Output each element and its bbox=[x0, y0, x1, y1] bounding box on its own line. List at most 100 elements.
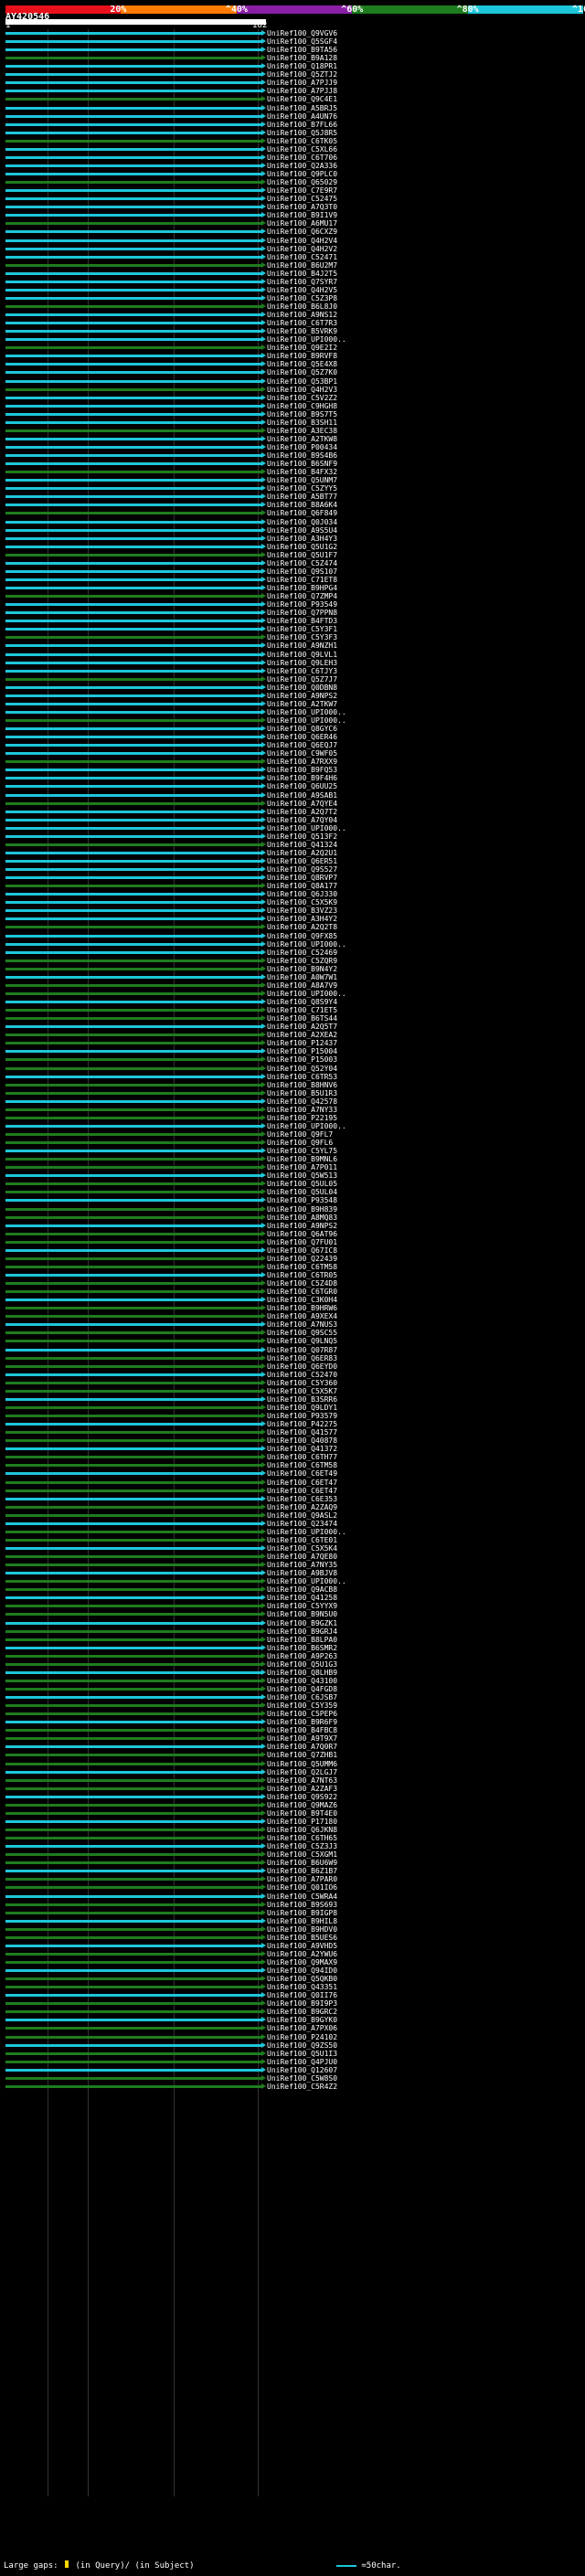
hit-row[interactable]: UniRef100_B9GRC2 bbox=[0, 2008, 585, 2016]
hit-label[interactable]: UniRef100_A9VHD5 bbox=[267, 1942, 337, 1950]
hit-row[interactable]: UniRef100_Q2A336 bbox=[0, 162, 585, 170]
hit-row[interactable]: UniRef100_B4FTD3 bbox=[0, 617, 585, 625]
hit-row[interactable]: UniRef100_Q41372 bbox=[0, 1445, 585, 1453]
hit-alignment-bar[interactable] bbox=[5, 1546, 261, 1550]
hit-row[interactable]: UniRef100_B6SMR2 bbox=[0, 1644, 585, 1652]
hit-row[interactable]: UniRef100_A9T9X7 bbox=[0, 1734, 585, 1743]
hit-row[interactable]: UniRef100_C6TK05 bbox=[0, 137, 585, 145]
hit-label[interactable]: UniRef100_A7PJJ9 bbox=[267, 79, 337, 87]
hit-row[interactable]: UniRef100_A7PAR0 bbox=[0, 1875, 585, 1883]
hit-label[interactable]: UniRef100_B9I9P3 bbox=[267, 1999, 337, 2008]
hit-alignment-bar[interactable] bbox=[5, 801, 261, 805]
hit-label[interactable]: UniRef100_Q8RVP7 bbox=[267, 874, 337, 882]
hit-label[interactable]: UniRef100_B9S693 bbox=[267, 1901, 337, 1909]
hit-row[interactable]: UniRef100_Q513F2 bbox=[0, 832, 585, 841]
hit-label[interactable]: UniRef100_B9N4Y2 bbox=[267, 965, 337, 973]
hit-row[interactable]: UniRef100_C5PEP6 bbox=[0, 1710, 585, 1718]
hit-label[interactable]: UniRef100_A9XEX4 bbox=[267, 1312, 337, 1320]
hit-row[interactable]: UniRef100_B9H839 bbox=[0, 1205, 585, 1214]
hit-label[interactable]: UniRef100_Q9FL7 bbox=[267, 1130, 333, 1139]
hit-label[interactable]: UniRef100_Q53BP1 bbox=[267, 377, 337, 386]
hit-row[interactable]: UniRef100_C6TE01 bbox=[0, 1536, 585, 1544]
hit-row[interactable]: UniRef100_C6TR05 bbox=[0, 1271, 585, 1279]
hit-label[interactable]: UniRef100_C6TGR0 bbox=[267, 1288, 337, 1296]
hit-row[interactable]: UniRef100_C9WF05 bbox=[0, 749, 585, 758]
hit-label[interactable]: UniRef100_Q9FX85 bbox=[267, 932, 337, 940]
hit-label[interactable]: UniRef100_P42275 bbox=[267, 1420, 337, 1428]
hit-label[interactable]: UniRef100_C5R4Z2 bbox=[267, 2083, 337, 2091]
hit-alignment-bar[interactable] bbox=[5, 271, 261, 275]
hit-label[interactable]: UniRef100_C5X5K4 bbox=[267, 1544, 337, 1553]
hit-row[interactable]: UniRef100_P12437 bbox=[0, 1039, 585, 1047]
hit-label[interactable]: UniRef100_B6U6W9 bbox=[267, 1859, 337, 1867]
hit-row[interactable]: UniRef100_Q6UU25 bbox=[0, 782, 585, 790]
hit-alignment-bar[interactable] bbox=[5, 1050, 261, 1054]
hit-row[interactable]: UniRef100_B9RVF8 bbox=[0, 352, 585, 360]
hit-label[interactable]: UniRef100_C5Y360 bbox=[267, 1379, 337, 1387]
hit-alignment-bar[interactable] bbox=[5, 934, 261, 938]
hit-label[interactable]: UniRef100_Q40878 bbox=[267, 1436, 337, 1445]
hit-label[interactable]: UniRef100_A7P011 bbox=[267, 1163, 337, 1171]
hit-alignment-bar[interactable] bbox=[5, 727, 261, 731]
hit-alignment-bar[interactable] bbox=[5, 628, 261, 631]
hit-label[interactable]: UniRef100_Q8A177 bbox=[267, 882, 337, 890]
hit-row[interactable]: UniRef100_P17180 bbox=[0, 1818, 585, 1826]
hit-row[interactable]: UniRef100_C52470 bbox=[0, 1371, 585, 1379]
hit-alignment-bar[interactable] bbox=[5, 603, 261, 607]
hit-alignment-bar[interactable] bbox=[5, 1845, 261, 1849]
hit-alignment-bar[interactable] bbox=[5, 1580, 261, 1584]
hit-label[interactable]: UniRef100_A7PX06 bbox=[267, 2024, 337, 2032]
hit-row[interactable]: UniRef100_Q6EQJ7 bbox=[0, 741, 585, 749]
hit-label[interactable]: UniRef100_C6TM58 bbox=[267, 1461, 337, 1469]
hit-alignment-bar[interactable] bbox=[5, 843, 261, 846]
hit-row[interactable]: UniRef100_C3K0H4 bbox=[0, 1296, 585, 1304]
hit-alignment-bar[interactable] bbox=[5, 885, 261, 888]
hit-alignment-bar[interactable] bbox=[5, 536, 261, 540]
hit-row[interactable]: UniRef100_B9GZK1 bbox=[0, 1619, 585, 1627]
hit-label[interactable]: UniRef100_B5UES6 bbox=[267, 1934, 337, 1942]
hit-row[interactable]: UniRef100_A7Q3T0 bbox=[0, 203, 585, 211]
hit-label[interactable]: UniRef100_A8MQ83 bbox=[267, 1214, 337, 1222]
hit-alignment-bar[interactable] bbox=[5, 1439, 261, 1443]
hit-alignment-bar[interactable] bbox=[5, 1099, 261, 1103]
hit-alignment-bar[interactable] bbox=[5, 1340, 261, 1343]
hit-alignment-bar[interactable] bbox=[5, 147, 261, 151]
hit-row[interactable]: UniRef100_Q4H2V3 bbox=[0, 386, 585, 394]
hit-alignment-bar[interactable] bbox=[5, 569, 261, 573]
hit-label[interactable]: UniRef100_Q4H2V4 bbox=[267, 237, 337, 245]
hit-label[interactable]: UniRef100_P00434 bbox=[267, 443, 337, 451]
hit-row[interactable]: UniRef100_B4FBC8 bbox=[0, 1726, 585, 1734]
hit-alignment-bar[interactable] bbox=[5, 1819, 261, 1823]
hit-alignment-bar[interactable] bbox=[5, 1911, 261, 1914]
hit-row[interactable]: UniRef100_B3VZ23 bbox=[0, 906, 585, 915]
hit-alignment-bar[interactable] bbox=[5, 1952, 261, 1956]
hit-label[interactable]: UniRef100_Q9S107 bbox=[267, 567, 337, 576]
hit-alignment-bar[interactable] bbox=[5, 1538, 261, 1542]
hit-label[interactable]: UniRef100_B5U1R3 bbox=[267, 1089, 337, 1097]
hit-row[interactable]: UniRef100_A0W7W1 bbox=[0, 973, 585, 981]
hit-alignment-bar[interactable] bbox=[5, 471, 261, 474]
hit-label[interactable]: UniRef100_B9R6F9 bbox=[267, 1718, 337, 1726]
hit-row[interactable]: UniRef100_A7QY04 bbox=[0, 816, 585, 824]
hit-alignment-bar[interactable] bbox=[5, 975, 261, 979]
hit-label[interactable]: UniRef100_B9F4H6 bbox=[267, 774, 337, 782]
hit-alignment-bar[interactable] bbox=[5, 1721, 261, 1724]
hit-label[interactable]: UniRef100_B9S7T5 bbox=[267, 410, 337, 419]
hit-row[interactable]: UniRef100_B9R6F9 bbox=[0, 1718, 585, 1726]
hit-alignment-bar[interactable] bbox=[5, 1091, 261, 1095]
hit-label[interactable]: UniRef100_Q9VGV6 bbox=[267, 29, 337, 37]
hit-row[interactable]: UniRef100_Q9SC55 bbox=[0, 1329, 585, 1337]
hit-label[interactable]: UniRef100_C6TH77 bbox=[267, 1453, 337, 1461]
hit-row[interactable]: UniRef100_C7E9R7 bbox=[0, 186, 585, 195]
hit-row[interactable]: UniRef100_B5VRK9 bbox=[0, 327, 585, 335]
hit-alignment-bar[interactable] bbox=[5, 1696, 261, 1700]
hit-row[interactable]: UniRef100_A2ZAF3 bbox=[0, 1785, 585, 1793]
hit-label[interactable]: UniRef100_A7NT63 bbox=[267, 1776, 337, 1785]
hit-row[interactable]: UniRef100_Q52Y04 bbox=[0, 1065, 585, 1073]
hit-label[interactable]: UniRef100_Q9LEH3 bbox=[267, 659, 337, 667]
hit-alignment-bar[interactable] bbox=[5, 1530, 261, 1533]
hit-row[interactable]: UniRef100_A7NT63 bbox=[0, 1776, 585, 1785]
hit-label[interactable]: UniRef100_Q22439 bbox=[267, 1255, 337, 1263]
hit-row[interactable]: UniRef100_B6Z1B7 bbox=[0, 1867, 585, 1875]
hit-row[interactable]: UniRef100_C6TR53 bbox=[0, 1073, 585, 1081]
